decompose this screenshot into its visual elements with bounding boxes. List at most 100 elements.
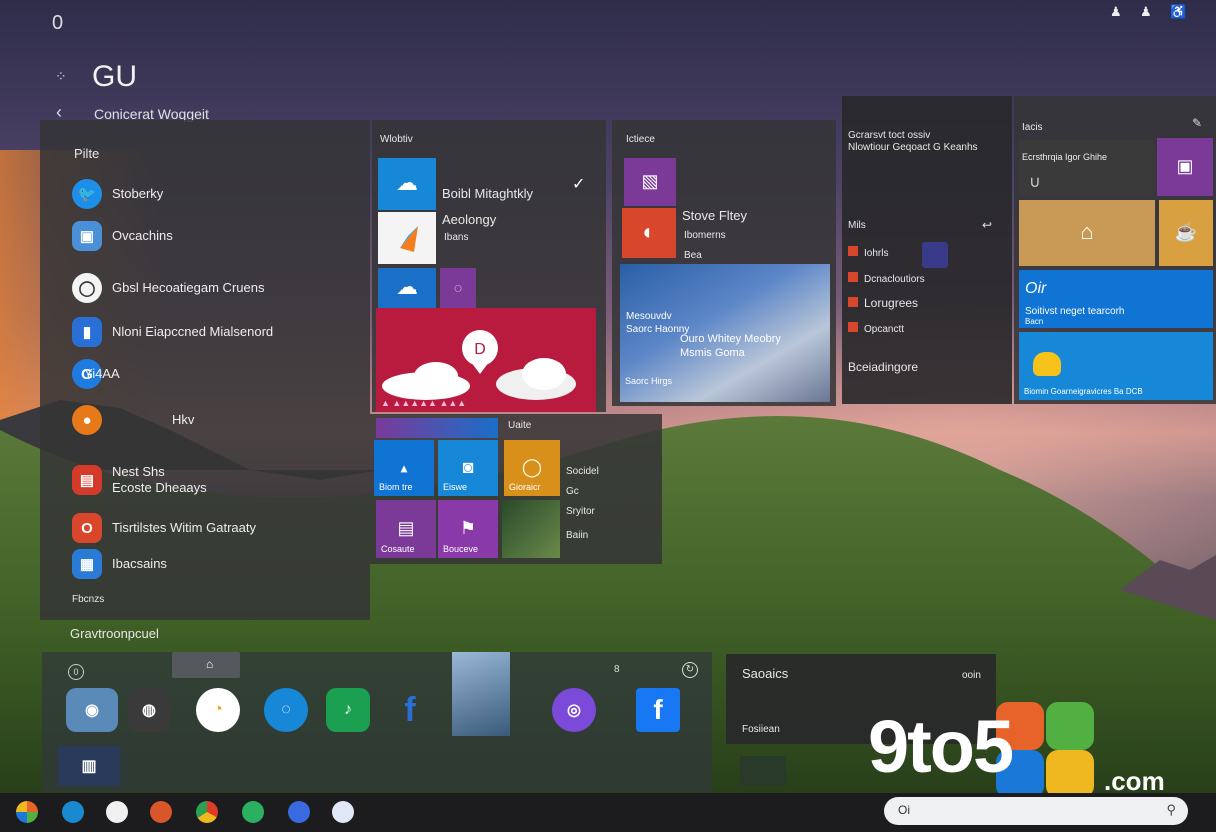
list-item[interactable]: Dcnacloutiors (848, 272, 925, 285)
tile-caption: Biomin Goarneigravicres Ba DCB (1024, 387, 1143, 396)
tile-cloud-store[interactable]: ☁ (378, 158, 436, 210)
app-label: Gbsl Hecoatiegam Cruens (112, 279, 265, 295)
tile-purple-2[interactable]: ⚑ Bouceve (438, 500, 498, 558)
shield-tile[interactable] (922, 242, 948, 268)
tile-red-big[interactable]: D ▲ ▲▲▲▲▲ ▲▲▲ (376, 308, 596, 412)
tile-onenote[interactable]: ▧ (624, 158, 676, 206)
power-mark[interactable]: 0 (52, 12, 63, 35)
app-item-tisrtilstes[interactable]: O Tisrtilstes Witim Gatraaty (72, 510, 256, 546)
settings-icon[interactable]: ✎ (1192, 116, 1202, 130)
window-icon: ▦ (72, 549, 102, 579)
tile-caption: Gioraicr (509, 482, 541, 492)
person-icon[interactable]: ♟ (1110, 4, 1122, 20)
tile-text: Bea (684, 250, 702, 261)
list-item[interactable]: Iohrls (848, 246, 888, 259)
dock-toggle[interactable]: ⌂ (172, 652, 240, 678)
search-input[interactable]: Oi ⚲ (884, 797, 1188, 825)
app-item-yi4aa[interactable]: G Yi4AA (72, 356, 120, 392)
hook-icon: ∪ (1029, 174, 1041, 191)
app-icon: ◐ (642, 218, 656, 244)
app-item-gbsl[interactable]: ◯ Gbsl Hecoatiegam Cruens (72, 270, 264, 306)
dock-music[interactable]: ♪ (326, 688, 370, 732)
tile-purple-app[interactable]: ▣ (1157, 138, 1213, 196)
person-icon[interactable]: ♟ (1140, 4, 1152, 20)
app-item-hkv[interactable]: ● Hkv (72, 402, 194, 438)
tile-store-blue[interactable]: ▴ Biom tre (374, 440, 434, 496)
refresh-icon[interactable]: ↻ (682, 662, 698, 678)
tile-orange[interactable]: ◯ Gioraicr (504, 440, 560, 496)
tile-office[interactable] (378, 212, 436, 264)
office-icon: O (72, 513, 102, 543)
list-item-label: Lorugrees (864, 296, 919, 310)
app-item-nest[interactable]: ▤ Nest Shs Ecoste Dheaays (72, 458, 207, 502)
dock-badge-right: 8 (614, 664, 620, 675)
app-label: Tisrtilstes Witim Gatraaty (112, 519, 256, 535)
side-panel-right[interactable]: ooin (962, 670, 981, 681)
app-item-stoberky[interactable]: 🐦 Stoberky (72, 176, 163, 212)
side-panel-sub: Fosiiean (742, 724, 780, 735)
apps-icon[interactable]: ⁘ (55, 68, 67, 85)
tile-red-app[interactable]: ◐ (622, 208, 676, 258)
tile-office-purple[interactable]: ▤ Cosaute (376, 500, 436, 558)
mail-icon[interactable] (332, 801, 354, 823)
dock-badge-left: 0 (68, 664, 84, 680)
home-icon: ⌂ (206, 657, 214, 671)
group-heading: Iacis (1022, 122, 1043, 133)
square-icon (848, 297, 858, 307)
chat-icon: ◙ (462, 457, 474, 478)
app-item-nloni[interactable]: ▮ Nloni Eiapccned Mialsenord (72, 314, 273, 350)
tile-strip[interactable] (376, 418, 498, 438)
tile-game[interactable] (502, 500, 560, 558)
photo-line: Msmis Goma (680, 347, 745, 359)
dock-photos[interactable]: ◉ (66, 688, 118, 732)
dock-camera[interactable]: ◍ (128, 688, 170, 732)
chrome-icon[interactable] (196, 801, 218, 823)
tile-skype[interactable]: ◙ Eiswe (438, 440, 498, 496)
list-item-label: Iohrls (864, 248, 889, 259)
tile-tan-small[interactable]: ☕ (1159, 200, 1213, 266)
cloud-icon: ☁ (396, 169, 418, 195)
app-label: Ovcachins (112, 227, 173, 243)
check-icon[interactable]: ✓ (572, 174, 585, 194)
start-icon[interactable] (16, 801, 38, 823)
tile-news[interactable]: Ecrsthrqia Igor Ghihe ∪ (1019, 140, 1153, 196)
search-icon[interactable]: ⚲ (1166, 802, 1176, 818)
app-item-ovcachins[interactable]: ▣ Ovcachins (72, 218, 173, 254)
game-icon[interactable] (150, 801, 172, 823)
dock-facebook[interactable]: f (388, 688, 432, 732)
list-item[interactable]: Opcanctt (848, 322, 904, 335)
side-panel-title: Saoaics (742, 666, 789, 681)
tile-tan-lock[interactable]: ⌂ (1019, 200, 1155, 266)
photo-text: Ouro Whitey Meobry Msmis Goma (680, 332, 781, 360)
browser-icon[interactable] (288, 801, 310, 823)
list-item[interactable]: Lorugrees (848, 296, 918, 310)
device-icon[interactable] (740, 756, 786, 786)
tile-caption: Saorc Hirgs (625, 376, 673, 386)
dock-facebook-2[interactable]: f (636, 688, 680, 732)
messages-icon[interactable] (242, 801, 264, 823)
app-label: Ibacsains (112, 555, 167, 571)
side-text: Gc (566, 486, 579, 497)
dock-small[interactable]: ▥ (58, 746, 120, 786)
app-label: Nloni Eiapccned Mialsenord (112, 323, 274, 339)
dock-viber[interactable]: ◎ (552, 688, 596, 732)
tile-text: Aeolongy (442, 212, 497, 227)
chat-icon[interactable] (106, 801, 128, 823)
cup-icon: ☕ (1174, 222, 1198, 243)
tile-blue-news[interactable]: Oir Soitivst neget tearcorh Bacn (1019, 270, 1213, 328)
tile-blue-yellow[interactable]: Biomin Goarneigravicres Ba DCB (1019, 332, 1213, 400)
list-item-label: Dcnacloutiors (864, 274, 925, 285)
section-label: Pilte (74, 146, 100, 161)
accessibility-icon[interactable]: ♿ (1170, 4, 1186, 20)
edge-icon[interactable] (62, 801, 84, 823)
app-item-ibacsains[interactable]: ▦ Ibacsains (72, 546, 167, 582)
dock-chrome[interactable]: ◔ (196, 688, 240, 732)
tile-photo[interactable]: Mesouvdv Saorc Haonny Ouro Whitey Meobry… (620, 264, 830, 402)
tile-onedrive[interactable]: ☁ (378, 268, 436, 308)
dock-messenger[interactable]: ◌ (264, 688, 308, 732)
dock-tile-photo[interactable] (452, 652, 510, 736)
tile-purple[interactable]: ◌ (440, 268, 476, 308)
arrow-icon[interactable]: ↩ (982, 218, 992, 232)
list-footer[interactable]: Fbcnzs (72, 594, 104, 605)
bird-icon: 🐦 (72, 179, 102, 209)
